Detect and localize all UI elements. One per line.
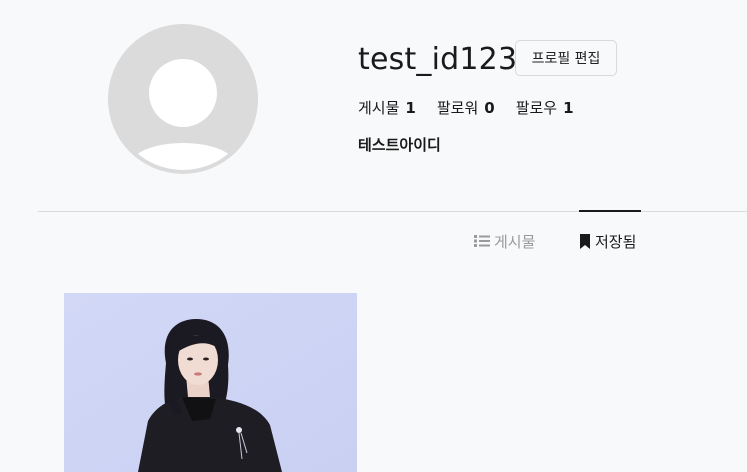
stat-value: 1 [563,99,574,117]
stat-value: 1 [405,99,416,117]
stat-posts: 게시물 1 [358,97,416,119]
tab-posts[interactable]: 게시물 [474,211,535,271]
tab-label: 게시물 [494,232,536,251]
stat-value: 0 [484,99,495,117]
stat-followers[interactable]: 팔로워 0 [437,97,495,119]
bookmark-icon [579,233,591,249]
tab-label: 저장됨 [595,232,637,251]
post-photo [64,293,357,472]
tab-saved[interactable]: 저장됨 [579,210,641,271]
stat-label: 게시물 [358,99,400,117]
saved-post-thumbnail[interactable] [64,293,357,472]
stat-label: 팔로워 [436,99,479,117]
profile-stats: 게시물 1 팔로워 0 팔로우 1 [358,97,595,119]
list-icon [474,234,490,248]
default-user-icon [108,24,258,174]
stat-label: 팔로우 [515,99,558,117]
stat-following[interactable]: 팔로우 1 [516,97,574,119]
profile-avatar[interactable] [108,24,258,174]
profile-display-name: 테스트아이디 [358,136,441,154]
profile-username: test_id123 [358,42,518,77]
edit-profile-button[interactable]: 프로필 편집 [515,40,617,76]
